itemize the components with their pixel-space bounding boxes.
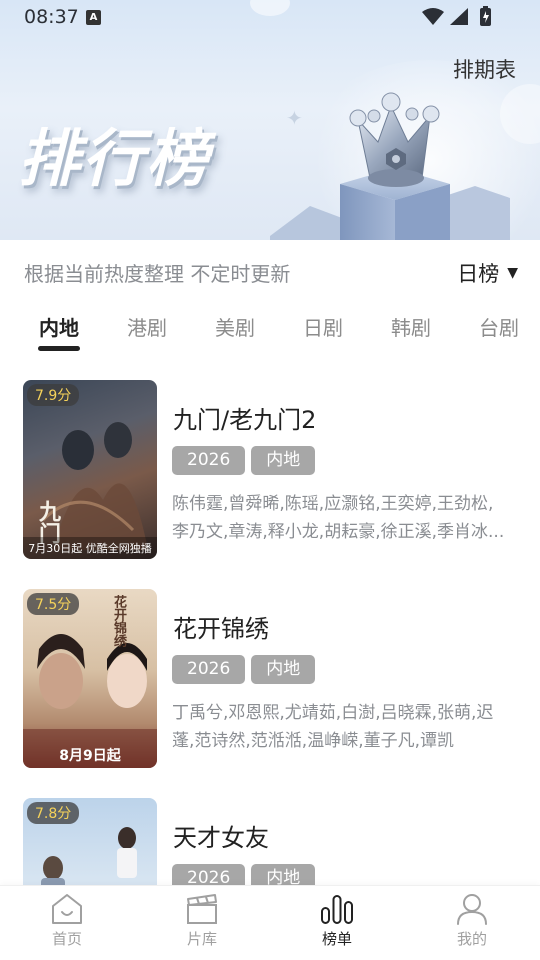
user-icon — [457, 894, 487, 925]
signal-icon — [450, 8, 468, 25]
crown-illustration — [270, 92, 510, 240]
ranking-subtitle: 根据当前热度整理 不定时更新 — [24, 262, 291, 286]
drama-tags: 2026 内地 — [172, 655, 316, 684]
status-icons — [422, 6, 491, 26]
status-time: 08:37 — [24, 6, 79, 28]
year-chip: 2026 — [172, 655, 246, 684]
poster-tagline: 8月9日起 — [59, 748, 121, 764]
tab-hongkong[interactable]: 港剧 — [127, 312, 167, 341]
poster-tagline: 7月30日起 优酷全网独播 — [23, 537, 157, 559]
clapperboard-icon — [187, 894, 217, 924]
status-bar: 08:37 A — [0, 0, 540, 34]
tab-korea[interactable]: 韩剧 — [391, 312, 431, 341]
region-tabs: 内地 港剧 美剧 日剧 韩剧 台剧 — [0, 306, 540, 356]
nav-ranking-label: 榜单 — [321, 930, 352, 948]
drama-cast: 陈伟霆,曾舜晞,陈瑶,应灏铭,王奕婷,王劲松, 李乃文,章涛,释小龙,胡耘豪,徐… — [172, 490, 518, 546]
tab-us[interactable]: 美剧 — [215, 312, 255, 341]
rating-badge: 7.5分 — [27, 593, 80, 615]
tab-taiwan[interactable]: 台剧 — [479, 312, 519, 341]
schedule-link[interactable]: 排期表 — [453, 54, 516, 84]
drama-title[interactable]: 九门/老九门2 — [173, 400, 316, 435]
bottom-navigation: 首页 片库 榜单 我的 — [0, 885, 540, 960]
drama-title[interactable]: 天才女友 — [173, 818, 269, 853]
ranking-period-select[interactable]: 日榜 ▼ — [457, 258, 518, 288]
region-chip: 内地 — [251, 446, 316, 475]
year-chip: 2026 — [172, 446, 246, 475]
ranking-period-label: 日榜 — [457, 262, 500, 286]
banner-title: 排行榜 — [18, 122, 211, 195]
cast-line: 丁禹兮,邓恩熙,尤靖茹,白澍,吕晓霖,张萌,迟 — [172, 703, 494, 723]
nav-home[interactable]: 首页 — [27, 892, 107, 949]
nav-library-label: 片库 — [186, 930, 217, 948]
nav-profile-label: 我的 — [456, 930, 487, 948]
wifi-icon — [422, 8, 444, 25]
bar-chart-icon — [321, 895, 353, 924]
nav-library[interactable]: 片库 — [162, 892, 242, 949]
drama-card[interactable]: 九门 7.9分 7月30日起 优酷全网独播 九门/老九门2 2026 内地 陈伟… — [0, 380, 540, 560]
poster-title: 花开锦绣 — [111, 595, 126, 647]
drama-card[interactable]: 花开锦绣 7.5分 8月9日起 花开锦绣 2026 内地 丁禹兮,邓恩熙,尤靖茹… — [0, 589, 540, 769]
drama-cast: 丁禹兮,邓恩熙,尤靖茹,白澍,吕晓霖,张萌,迟 蓬,范诗然,范湉湉,温峥嵘,董子… — [172, 699, 518, 755]
active-tab-indicator — [38, 346, 80, 351]
region-chip: 内地 — [251, 655, 316, 684]
drama-title[interactable]: 花开锦绣 — [173, 609, 269, 644]
rating-badge: 7.8分 — [27, 802, 80, 824]
drama-tags: 2026 内地 — [172, 446, 316, 475]
home-icon — [52, 894, 82, 924]
rating-badge: 7.9分 — [27, 384, 80, 406]
drama-poster[interactable]: 九门 7.9分 7月30日起 优酷全网独播 — [23, 380, 157, 559]
caret-down-icon: ▼ — [507, 265, 518, 281]
tab-japan[interactable]: 日剧 — [303, 312, 343, 341]
nav-profile[interactable]: 我的 — [432, 892, 512, 949]
tab-mainland[interactable]: 内地 — [39, 312, 79, 341]
cast-line: 陈伟霆,曾舜晞,陈瑶,应灏铭,王奕婷,王劲松, — [172, 494, 494, 514]
notification-icon: A — [86, 10, 101, 25]
cast-line: 李乃文,章涛,释小龙,胡耘豪,徐正溪,季肖冰... — [172, 522, 505, 542]
ranking-banner: 08:37 A 排期表 ✦ 排行榜 — [0, 0, 540, 240]
nav-ranking[interactable]: 榜单 — [297, 892, 377, 949]
cast-line: 蓬,范诗然,范湉湉,温峥嵘,董子凡,谭凯 — [172, 731, 455, 751]
nav-home-label: 首页 — [51, 930, 82, 948]
drama-poster[interactable]: 花开锦绣 7.5分 8月9日起 — [23, 589, 157, 768]
